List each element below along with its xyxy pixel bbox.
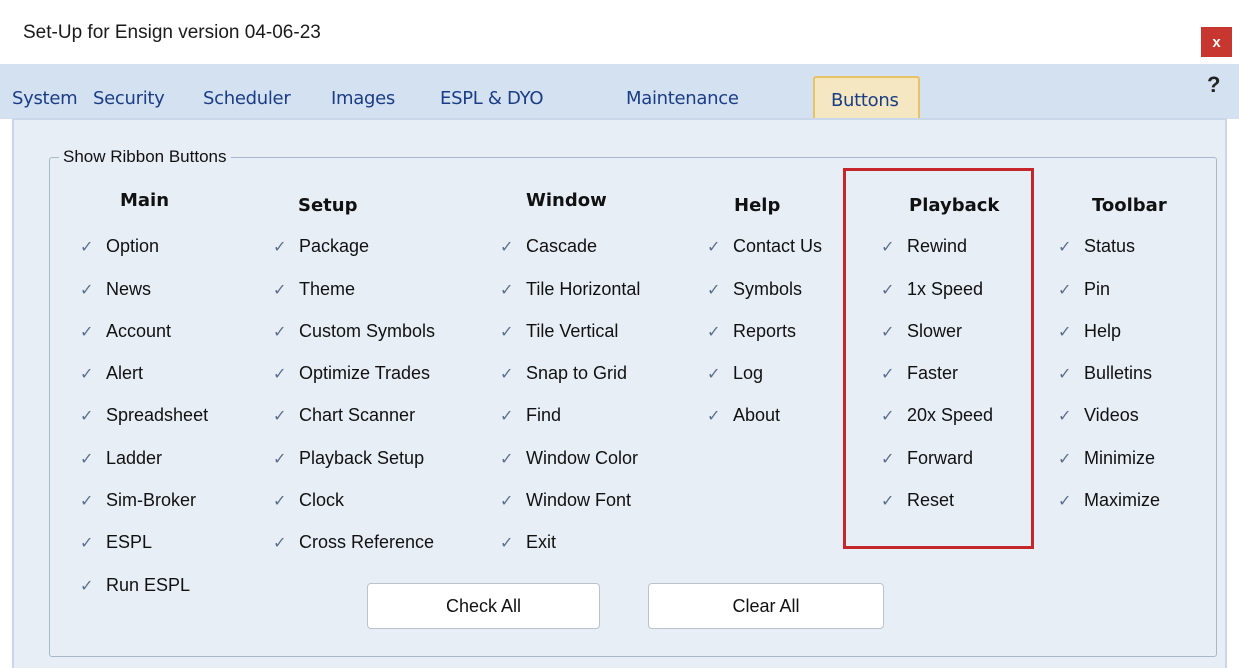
- column-header-help: Help: [734, 195, 781, 216]
- tab-buttons[interactable]: Buttons: [813, 76, 920, 119]
- tab-maintenance[interactable]: Maintenance: [626, 88, 739, 109]
- column-header-window: Window: [526, 190, 607, 211]
- checkmark-icon: ✓: [273, 239, 287, 256]
- title-bar: Set-Up for Ensign version 04-06-23: [0, 0, 1239, 64]
- checkmark-icon: ✓: [1058, 282, 1072, 299]
- close-icon: x: [1212, 33, 1221, 51]
- checkbox-setup-playback-setup[interactable]: ✓ Playback Setup: [273, 448, 424, 469]
- checkmark-icon: ✓: [707, 282, 721, 299]
- playback-highlight-box: [843, 168, 1034, 549]
- checkbox-toolbar-status[interactable]: ✓ Status: [1058, 236, 1135, 257]
- checkbox-window-window-font[interactable]: ✓ Window Font: [500, 490, 631, 511]
- checkbox-window-find[interactable]: ✓ Find: [500, 405, 561, 426]
- checkmark-icon: ✓: [273, 535, 287, 552]
- checkbox-main-spreadsheet[interactable]: ✓ Spreadsheet: [80, 405, 208, 426]
- checkbox-setup-theme[interactable]: ✓ Theme: [273, 279, 355, 300]
- checkbox-help-symbols[interactable]: ✓ Symbols: [707, 279, 802, 300]
- checkmark-icon: ✓: [707, 239, 721, 256]
- clear-all-button[interactable]: Clear All: [648, 583, 884, 629]
- checkbox-toolbar-bulletins[interactable]: ✓ Bulletins: [1058, 363, 1152, 384]
- checkmark-icon: ✓: [80, 578, 94, 595]
- window-title: Set-Up for Ensign version 04-06-23: [23, 22, 321, 43]
- column-header-toolbar: Toolbar: [1092, 195, 1167, 216]
- checkbox-setup-clock[interactable]: ✓ Clock: [273, 490, 344, 511]
- checkbox-main-alert[interactable]: ✓ Alert: [80, 363, 143, 384]
- checkbox-toolbar-minimize[interactable]: ✓ Minimize: [1058, 448, 1155, 469]
- checkbox-main-account[interactable]: ✓ Account: [80, 321, 171, 342]
- tab-strip: [0, 64, 1239, 119]
- checkmark-icon: ✓: [500, 239, 514, 256]
- setup-dialog: Set-Up for Ensign version 04-06-23 x Sys…: [0, 0, 1239, 668]
- checkbox-window-exit[interactable]: ✓ Exit: [500, 532, 556, 553]
- checkbox-window-snap-to-grid[interactable]: ✓ Snap to Grid: [500, 363, 627, 384]
- checkmark-icon: ✓: [1058, 324, 1072, 341]
- close-button[interactable]: x: [1201, 27, 1232, 57]
- column-header-main: Main: [120, 190, 170, 211]
- checkmark-icon: ✓: [500, 535, 514, 552]
- checkbox-window-tile-vertical[interactable]: ✓ Tile Vertical: [500, 321, 618, 342]
- ribbon-buttons-group: [49, 157, 1217, 657]
- checkbox-window-window-color[interactable]: ✓ Window Color: [500, 448, 638, 469]
- checkmark-icon: ✓: [273, 324, 287, 341]
- checkbox-main-sim-broker[interactable]: ✓ Sim-Broker: [80, 490, 196, 511]
- checkbox-toolbar-pin[interactable]: ✓ Pin: [1058, 279, 1110, 300]
- checkmark-icon: ✓: [273, 366, 287, 383]
- checkmark-icon: ✓: [273, 408, 287, 425]
- checkbox-toolbar-maximize[interactable]: ✓ Maximize: [1058, 490, 1160, 511]
- checkmark-icon: ✓: [273, 493, 287, 510]
- checkmark-icon: ✓: [500, 408, 514, 425]
- checkbox-setup-chart-scanner[interactable]: ✓ Chart Scanner: [273, 405, 415, 426]
- checkmark-icon: ✓: [80, 366, 94, 383]
- checkmark-icon: ✓: [1058, 493, 1072, 510]
- tab-scheduler[interactable]: Scheduler: [203, 88, 291, 109]
- group-title: Show Ribbon Buttons: [59, 147, 231, 167]
- checkmark-icon: ✓: [500, 366, 514, 383]
- checkmark-icon: ✓: [1058, 239, 1072, 256]
- tab-espl-dyo[interactable]: ESPL & DYO: [440, 88, 544, 109]
- checkmark-icon: ✓: [80, 282, 94, 299]
- checkmark-icon: ✓: [80, 451, 94, 468]
- checkmark-icon: ✓: [1058, 366, 1072, 383]
- checkmark-icon: ✓: [273, 282, 287, 299]
- checkbox-main-ladder[interactable]: ✓ Ladder: [80, 448, 162, 469]
- checkbox-main-news[interactable]: ✓ News: [80, 279, 151, 300]
- checkmark-icon: ✓: [707, 408, 721, 425]
- checkmark-icon: ✓: [1058, 408, 1072, 425]
- checkbox-window-cascade[interactable]: ✓ Cascade: [500, 236, 597, 257]
- checkbox-setup-package[interactable]: ✓ Package: [273, 236, 369, 257]
- checkbox-window-tile-horizontal[interactable]: ✓ Tile Horizontal: [500, 279, 640, 300]
- checkmark-icon: ✓: [707, 366, 721, 383]
- checkbox-setup-cross-reference[interactable]: ✓ Cross Reference: [273, 532, 434, 553]
- checkbox-main-option[interactable]: ✓ Option: [80, 236, 159, 257]
- checkmark-icon: ✓: [500, 451, 514, 468]
- checkbox-setup-optimize-trades[interactable]: ✓ Optimize Trades: [273, 363, 430, 384]
- checkmark-icon: ✓: [80, 493, 94, 510]
- tab-system[interactable]: System: [12, 88, 78, 109]
- checkmark-icon: ✓: [80, 535, 94, 552]
- checkbox-main-espl[interactable]: ✓ ESPL: [80, 532, 152, 553]
- column-header-setup: Setup: [298, 195, 358, 216]
- checkbox-main-run-espl[interactable]: ✓ Run ESPL: [80, 575, 190, 596]
- checkmark-icon: ✓: [500, 493, 514, 510]
- checkbox-toolbar-videos[interactable]: ✓ Videos: [1058, 405, 1139, 426]
- checkmark-icon: ✓: [1058, 451, 1072, 468]
- checkbox-setup-custom-symbols[interactable]: ✓ Custom Symbols: [273, 321, 435, 342]
- checkmark-icon: ✓: [80, 324, 94, 341]
- checkbox-help-log[interactable]: ✓ Log: [707, 363, 763, 384]
- tab-security[interactable]: Security: [93, 88, 165, 109]
- help-icon[interactable]: ?: [1207, 72, 1220, 98]
- tab-images[interactable]: Images: [331, 88, 395, 109]
- checkmark-icon: ✓: [80, 408, 94, 425]
- checkbox-help-about[interactable]: ✓ About: [707, 405, 780, 426]
- check-all-button[interactable]: Check All: [367, 583, 600, 629]
- checkbox-help-contact-us[interactable]: ✓ Contact Us: [707, 236, 822, 257]
- checkbox-toolbar-help[interactable]: ✓ Help: [1058, 321, 1121, 342]
- checkmark-icon: ✓: [273, 451, 287, 468]
- checkmark-icon: ✓: [500, 282, 514, 299]
- tab-buttons-label: Buttons: [831, 90, 899, 111]
- checkmark-icon: ✓: [707, 324, 721, 341]
- checkmark-icon: ✓: [500, 324, 514, 341]
- checkbox-help-reports[interactable]: ✓ Reports: [707, 321, 796, 342]
- checkmark-icon: ✓: [80, 239, 94, 256]
